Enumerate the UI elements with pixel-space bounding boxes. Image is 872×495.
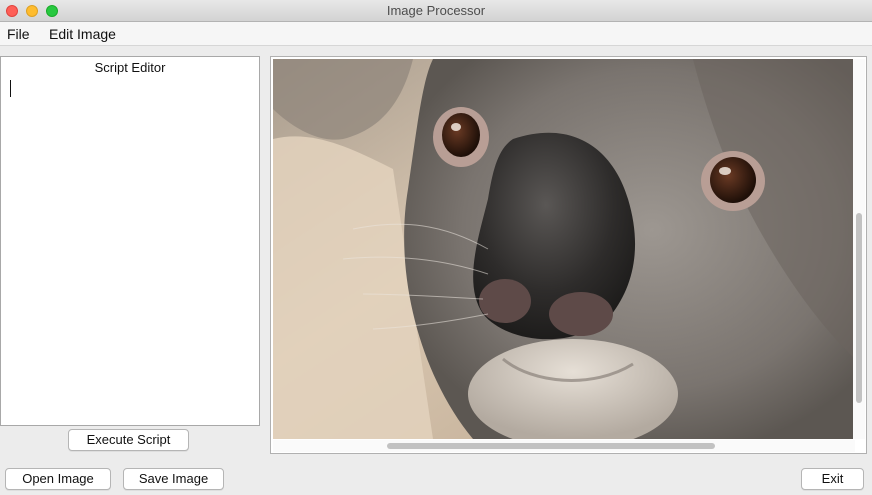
vertical-scrollbar[interactable]: [853, 59, 865, 439]
script-editor-title: Script Editor: [94, 60, 166, 75]
koala-image: [273, 59, 855, 439]
script-editor-panel: Script Editor: [0, 56, 260, 426]
menu-file[interactable]: File: [7, 26, 30, 42]
execute-script-button[interactable]: Execute Script: [68, 429, 189, 451]
save-image-button[interactable]: Save Image: [123, 468, 224, 490]
menu-edit-image[interactable]: Edit Image: [49, 26, 116, 42]
image-panel: [270, 56, 867, 454]
vertical-scroll-thumb[interactable]: [856, 213, 862, 403]
image-view[interactable]: [273, 59, 855, 439]
open-image-button[interactable]: Open Image: [5, 468, 111, 490]
menu-bar: File Edit Image: [0, 22, 872, 46]
title-bar: Image Processor: [0, 0, 872, 22]
horizontal-scrollbar[interactable]: [273, 440, 855, 452]
horizontal-scroll-thumb[interactable]: [387, 443, 715, 449]
exit-button[interactable]: Exit: [801, 468, 864, 490]
script-editor-textarea[interactable]: [9, 81, 253, 419]
text-caret: [10, 80, 11, 97]
window-title: Image Processor: [386, 3, 486, 18]
